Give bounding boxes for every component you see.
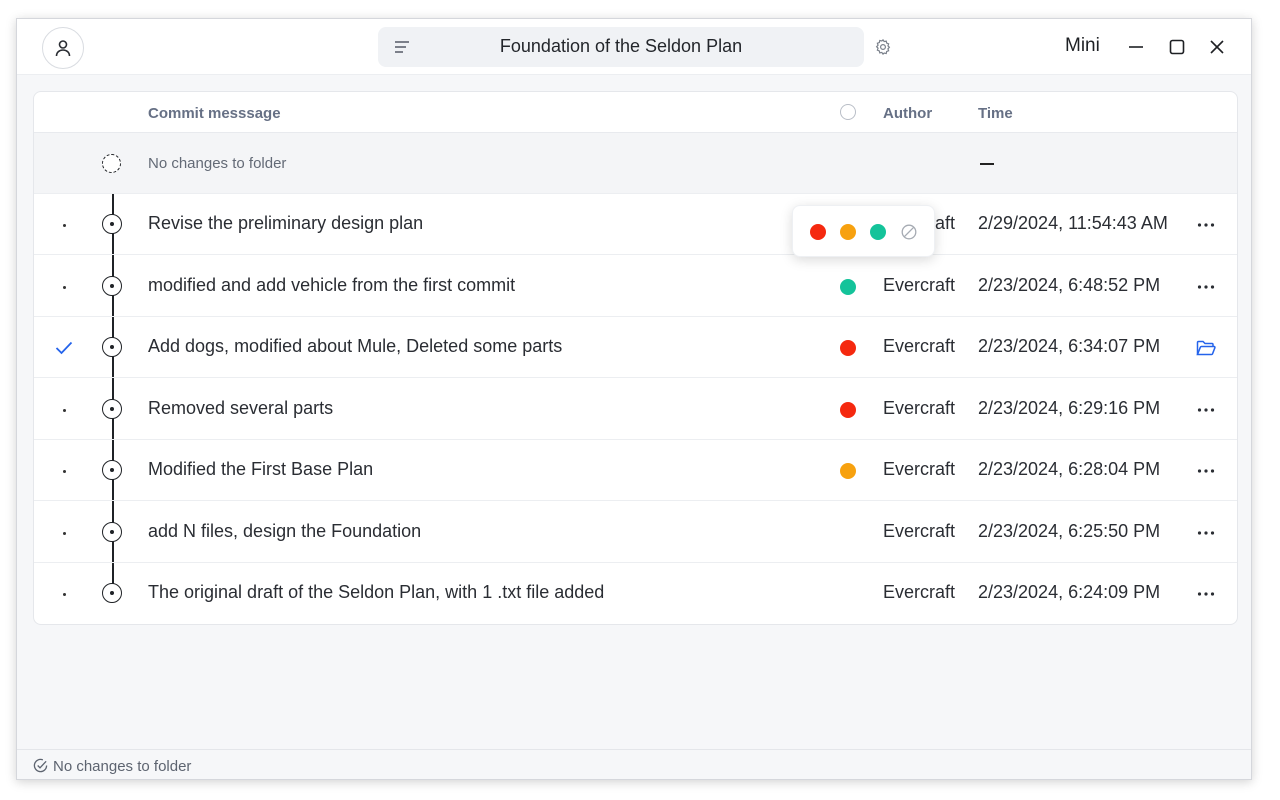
- commit-node-icon: [102, 399, 122, 419]
- color-swatch-green[interactable]: [870, 224, 886, 240]
- status-bar: No changes to folder: [17, 749, 1251, 779]
- commit-author: Evercraft: [883, 521, 956, 541]
- commit-time: 2/23/2024, 6:28:04 PM: [978, 459, 1161, 479]
- pending-node-icon: [102, 154, 121, 173]
- commit-node-icon: [102, 276, 122, 296]
- commit-time: 2/23/2024, 6:29:16 PM: [978, 398, 1161, 418]
- commit-node-icon: [102, 337, 122, 357]
- header-time: Time: [978, 105, 1013, 122]
- more-options-icon[interactable]: [1194, 276, 1218, 298]
- more-options-icon[interactable]: [1194, 460, 1218, 482]
- user-avatar-button[interactable]: [42, 27, 84, 69]
- open-folder-icon[interactable]: [1194, 337, 1218, 359]
- commit-row[interactable]: Add dogs, modified about Mule, Deleted s…: [34, 317, 1237, 378]
- commit-message: modified and add vehicle from the first …: [148, 275, 516, 295]
- commit-author: Evercraft: [883, 398, 956, 418]
- gear-icon[interactable]: [874, 38, 892, 56]
- tag-color-dot[interactable]: [840, 463, 856, 479]
- commit-row[interactable]: Removed several parts Evercraft 2/23/2024,…: [34, 379, 1237, 440]
- commit-node-icon: [102, 460, 122, 480]
- commit-row[interactable]: add N files, design the Foundation Evercr…: [34, 502, 1237, 563]
- commit-message: Add dogs, modified about Mule, Deleted s…: [148, 336, 563, 356]
- commit-node-icon: [102, 214, 122, 234]
- table-header: Commit messsage Author Time: [34, 92, 1237, 133]
- commit-row[interactable]: Modified the First Base Plan Evercraft 2/2…: [34, 440, 1237, 501]
- working-time-placeholder: [980, 163, 994, 165]
- tag-color-dot[interactable]: [840, 340, 856, 356]
- maximize-icon: [1169, 39, 1185, 55]
- project-title: Foundation of the Seldon Plan: [499, 36, 743, 56]
- commit-time: 2/29/2024, 11:54:43 AM: [978, 213, 1168, 233]
- header-commit-message: Commit messsage: [148, 105, 281, 122]
- mini-mode-button[interactable]: Mini: [1065, 35, 1100, 57]
- checkmark-icon: [54, 338, 74, 358]
- header-author: Author: [883, 105, 933, 122]
- tag-color-picker: [792, 205, 935, 257]
- bullet-dot: [54, 277, 74, 297]
- bullet-dot: [54, 523, 74, 543]
- bullet-dot: [54, 215, 74, 235]
- commit-time: 2/23/2024, 6:24:09 PM: [978, 582, 1161, 602]
- commit-message: Revise the preliminary design plan: [148, 213, 424, 233]
- status-text: No changes to folder: [53, 758, 192, 775]
- minimize-icon: [1129, 46, 1143, 48]
- commit-time: 2/23/2024, 6:48:52 PM: [978, 275, 1161, 295]
- no-color-icon[interactable]: [901, 224, 917, 240]
- commit-message: The original draft of the Seldon Plan, w…: [148, 582, 605, 602]
- bullet-dot: [54, 584, 74, 604]
- bullet-dot: [54, 461, 74, 481]
- more-options-icon[interactable]: [1194, 214, 1218, 236]
- commit-message: Modified the First Base Plan: [148, 459, 374, 479]
- user-icon: [55, 40, 71, 57]
- more-options-icon[interactable]: [1194, 522, 1218, 544]
- color-swatch-orange[interactable]: [840, 224, 856, 240]
- more-options-icon[interactable]: [1194, 399, 1218, 421]
- commit-author: Evercraft: [883, 459, 956, 479]
- tag-color-dot[interactable]: [840, 402, 856, 418]
- commit-time: 2/23/2024, 6:25:50 PM: [978, 521, 1161, 541]
- commit-author: Evercraft: [883, 336, 956, 356]
- close-button[interactable]: [1207, 37, 1227, 57]
- working-message: No changes to folder: [148, 155, 287, 172]
- working-changes-row[interactable]: No changes to folder: [34, 133, 1237, 194]
- commit-time: 2/23/2024, 6:34:07 PM: [978, 336, 1161, 356]
- project-title-box[interactable]: Foundation of the Seldon Plan: [378, 27, 864, 67]
- commit-row[interactable]: modified and add vehicle from the first …: [34, 256, 1237, 317]
- commit-author: Evercraft: [883, 582, 956, 602]
- commit-message: Removed several parts: [148, 398, 334, 418]
- color-swatch-red[interactable]: [810, 224, 826, 240]
- title-bar: Foundation of the Seldon Plan Mini: [17, 19, 1251, 75]
- check-circle-icon: [33, 758, 48, 773]
- tag-color-header-icon[interactable]: [840, 104, 856, 120]
- close-icon: [1210, 40, 1224, 54]
- commit-row[interactable]: Revise the preliminary design planEvercr…: [34, 194, 1237, 255]
- minimize-button[interactable]: [1126, 37, 1146, 57]
- commit-node-icon: [102, 583, 122, 603]
- app-window: Foundation of the Seldon Plan Mini Commi…: [16, 18, 1252, 780]
- bullet-dot: [54, 400, 74, 420]
- maximize-button[interactable]: [1167, 37, 1187, 57]
- commit-author: Evercraft: [883, 275, 956, 295]
- commit-node-icon: [102, 522, 122, 542]
- tag-color-dot[interactable]: [840, 279, 856, 295]
- more-options-icon[interactable]: [1194, 583, 1218, 605]
- commit-row[interactable]: The original draft of the Seldon Plan, w…: [34, 563, 1237, 624]
- commit-table: Commit messsage Author Time No changes t…: [33, 91, 1238, 625]
- commit-message: add N files, design the Foundation: [148, 521, 422, 541]
